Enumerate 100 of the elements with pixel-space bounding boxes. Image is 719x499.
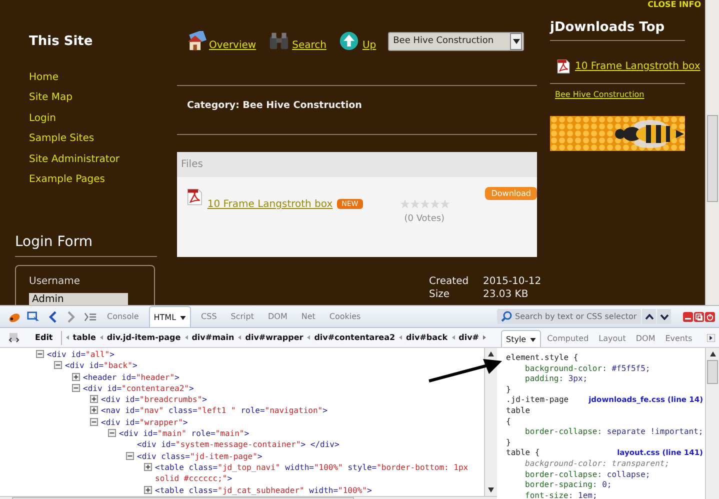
- collapse-icon[interactable]: [90, 418, 98, 426]
- css-declaration[interactable]: padding: 3px;: [506, 374, 705, 385]
- collapse-icon[interactable]: [126, 452, 134, 460]
- pdf-file-icon: [557, 59, 570, 74]
- breadcrumb-link[interactable]: div#contentarea2: [314, 333, 396, 342]
- breadcrumb-link[interactable]: div.jd-item-page: [106, 333, 181, 342]
- expand-icon[interactable]: [90, 406, 98, 414]
- side-panel-tab[interactable]: Computed: [543, 330, 593, 347]
- close-info-link[interactable]: CLOSE INFO: [648, 0, 701, 9]
- side-panel-tab[interactable]: Events: [661, 330, 696, 347]
- nav-link[interactable]: Up: [362, 40, 376, 51]
- css-brace: }: [506, 438, 512, 448]
- star-icon[interactable]: [430, 199, 440, 209]
- expand-icon[interactable]: [144, 462, 152, 471]
- top-download-link[interactable]: 10 Frame Langstroth box: [575, 61, 700, 72]
- nav-link[interactable]: Search: [292, 40, 326, 51]
- css-declaration[interactable]: border-collapse: separate !important;: [506, 427, 705, 438]
- previous-match-button[interactable]: [642, 309, 656, 324]
- star-icon[interactable]: [400, 199, 410, 209]
- css-selector: element.style {: [506, 353, 578, 364]
- category-link[interactable]: Bee Hive Construction: [555, 90, 644, 99]
- breadcrumb-link[interactable]: div#wrapper: [245, 333, 304, 342]
- side-panel-tab[interactable]: Style: [501, 330, 542, 347]
- html-code-line[interactable]: <header id="header">: [83, 372, 483, 383]
- css-declaration[interactable]: background-color: #f5f5f5;: [506, 364, 705, 374]
- sidebar-link[interactable]: Site Administrator: [29, 150, 120, 170]
- bug-icon[interactable]: [8, 310, 21, 322]
- minimize-icon[interactable]: [683, 312, 693, 322]
- detail-label: Created: [429, 275, 470, 288]
- category-dropdown[interactable]: Bee Hive Construction: [388, 32, 524, 50]
- collapse-icon[interactable]: [108, 429, 116, 438]
- side-panel-tab[interactable]: Layout: [594, 330, 630, 347]
- css-declaration[interactable]: background-color: transparent;: [506, 458, 705, 470]
- caret-icon: [512, 38, 520, 44]
- side-panel-tab[interactable]: DOM: [632, 330, 660, 347]
- html-code-line[interactable]: <div id="back">: [65, 360, 465, 372]
- separator-icon: [238, 335, 242, 340]
- css-declaration[interactable]: font-size: 1em;: [506, 490, 705, 499]
- breadcrumb-link[interactable]: div#back: [406, 333, 448, 342]
- html-code-line[interactable]: <div id="system-message-container"> </div>: [137, 439, 484, 451]
- breadcrumb-link[interactable]: table: [72, 333, 96, 342]
- scroll-up-icon[interactable]: [710, 351, 716, 357]
- sidebar-link[interactable]: Home: [29, 68, 59, 88]
- expand-icon[interactable]: [90, 395, 98, 404]
- panel-tab[interactable]: DOM: [264, 306, 292, 327]
- panel-tab[interactable]: Console: [103, 306, 143, 327]
- page-scrollbar[interactable]: [705, 0, 719, 305]
- close-icon[interactable]: [705, 312, 715, 322]
- detach-icon[interactable]: [694, 312, 704, 322]
- expand-icon[interactable]: [72, 372, 80, 381]
- scroll-up-icon[interactable]: [488, 351, 494, 357]
- breadcrumb-link[interactable]: div#main: [192, 333, 234, 342]
- panel-tab[interactable]: CSS: [197, 306, 221, 327]
- inspect-icon[interactable]: [27, 310, 40, 322]
- html-code-line[interactable]: <div id="wrapper">: [101, 416, 484, 428]
- sidebar-link[interactable]: Example Pages: [29, 170, 105, 190]
- username-field[interactable]: Admin: [29, 292, 128, 305]
- sidebar-link[interactable]: Sample Sites: [29, 129, 94, 150]
- panel-tab[interactable]: HTML: [148, 306, 192, 327]
- collapse-icon[interactable]: [54, 361, 62, 370]
- html-code-line[interactable]: <table class="jd_cat_subheader" width="100%">: [155, 484, 484, 496]
- html-code-line[interactable]: <div id="main" role="main">: [119, 428, 484, 440]
- next-match-button[interactable]: [657, 309, 671, 324]
- sidebar-link[interactable]: Login: [29, 108, 56, 130]
- sidebar-link[interactable]: Site Map: [29, 88, 72, 109]
- collapse-icon[interactable]: [36, 350, 44, 358]
- separator-icon: [452, 335, 455, 340]
- house-icon[interactable]: [185, 31, 207, 51]
- collapse-icon[interactable]: [72, 384, 80, 392]
- html-code-line[interactable]: <nav id="nav" class="left1 " role="navigation">: [101, 405, 484, 417]
- panel-tab[interactable]: Cookies: [325, 306, 365, 327]
- nav-link[interactable]: Overview: [209, 40, 256, 51]
- star-icon[interactable]: [420, 199, 430, 209]
- expand-icon[interactable]: [144, 486, 152, 494]
- inspect-code-icon[interactable]: [8, 332, 21, 344]
- breadcrumb-link[interactable]: div#: [458, 333, 479, 342]
- css-brace: }: [506, 384, 512, 396]
- panel-tab[interactable]: Script: [226, 306, 258, 327]
- back-icon[interactable]: [46, 310, 59, 322]
- star-icon[interactable]: [410, 199, 420, 209]
- edit-button[interactable]: Edit: [31, 333, 57, 342]
- search-field[interactable]: Search by text or CSS selector: [497, 309, 641, 324]
- html-code-line[interactable]: <div id="breadcrumbs">: [101, 394, 484, 406]
- star-icon[interactable]: [440, 199, 450, 209]
- binoculars-icon[interactable]: [268, 31, 290, 51]
- login-form-title: Login Form: [15, 234, 157, 258]
- scrollbar-thumb[interactable]: [707, 360, 718, 384]
- vertical-scrollbar[interactable]: [484, 348, 497, 496]
- scroll-down-icon[interactable]: [488, 486, 494, 493]
- css-declaration[interactable]: border-spacing: 0;: [506, 480, 705, 491]
- indent-list-icon[interactable]: [84, 310, 97, 322]
- html-code-line[interactable]: <div id="all">: [47, 349, 447, 360]
- html-code-line[interactable]: <div id="contentarea2">: [83, 382, 483, 394]
- scroll-right-icon[interactable]: [707, 334, 715, 342]
- scrollbar-thumb[interactable]: [707, 115, 718, 202]
- vertical-scrollbar[interactable]: [705, 348, 719, 499]
- overflow-arrow-icon[interactable]: [483, 335, 486, 340]
- css-declaration[interactable]: border-collapse: collapse;: [506, 470, 705, 480]
- html-code-line[interactable]: <div class="jd-item-page">: [137, 450, 484, 462]
- panel-tab[interactable]: Net: [297, 306, 320, 327]
